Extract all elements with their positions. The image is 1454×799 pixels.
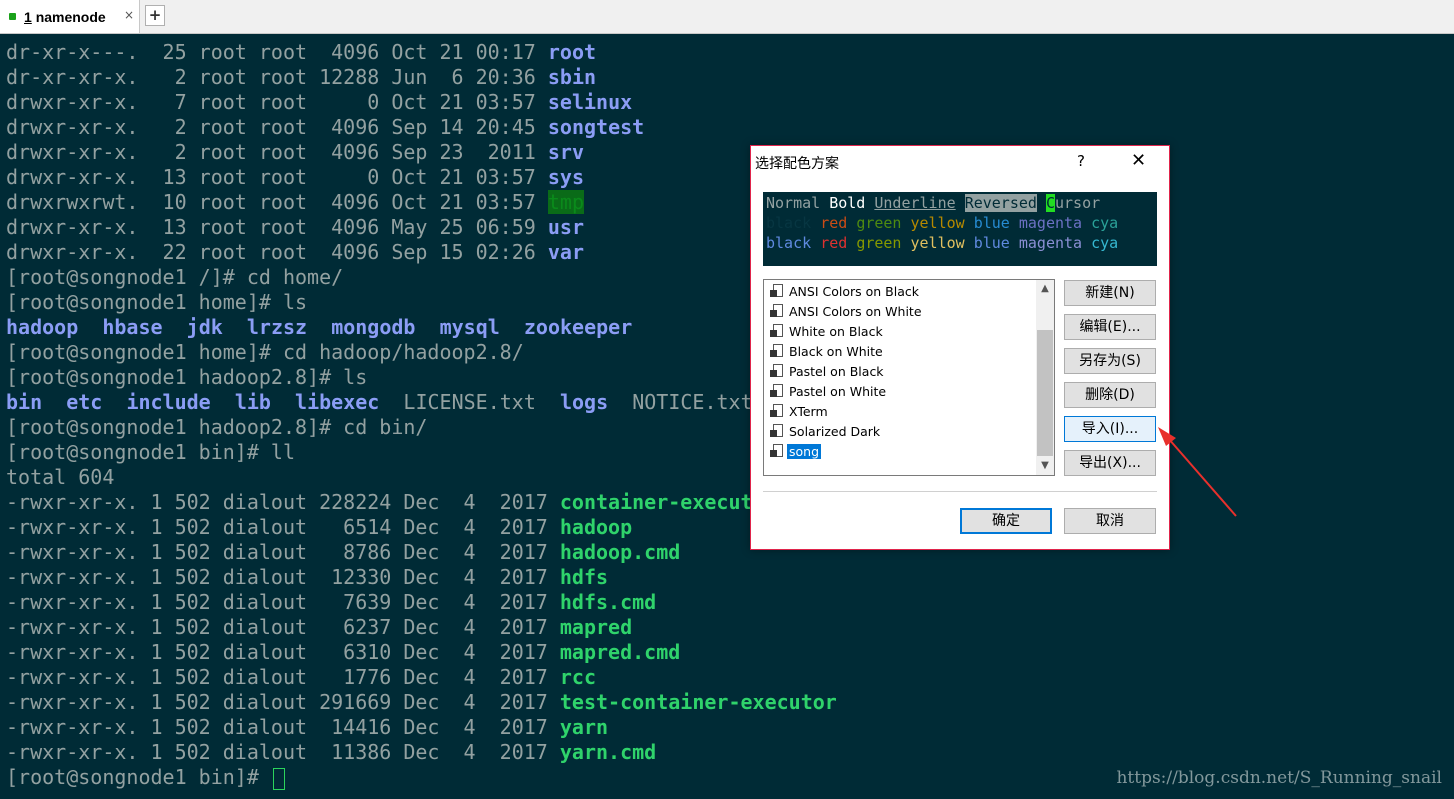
- close-icon[interactable]: ✕: [1131, 150, 1146, 171]
- scheme-preview: Normal Bold Underline Reversed Cursor bl…: [763, 192, 1157, 266]
- scheme-list-item[interactable]: XTerm: [770, 402, 830, 421]
- scroll-up-icon[interactable]: ▲: [1036, 280, 1054, 298]
- scheme-list-item[interactable]: White on Black: [770, 322, 885, 341]
- terminal-line: -rwxr-xr-x. 1 502 dialout 6310 Dec 4 201…: [6, 640, 681, 664]
- color-scheme-icon: [770, 304, 784, 318]
- new-tab-button[interactable]: +: [145, 5, 165, 26]
- scheme-list-item[interactable]: ANSI Colors on Black: [770, 282, 921, 301]
- cancel-button[interactable]: 取消: [1064, 508, 1156, 534]
- help-icon[interactable]: ?: [1077, 152, 1085, 170]
- terminal-line: total 604: [6, 465, 115, 489]
- terminal-line: drwxr-xr-x. 2 root root 4096 Sep 14 20:4…: [6, 115, 645, 139]
- terminal-line: hadoop hbase jdk lrzsz mongodb mysql zoo…: [6, 315, 633, 339]
- ok-button[interactable]: 确定: [960, 508, 1052, 534]
- color-scheme-icon: [770, 404, 784, 418]
- tab-bar: 1 namenode × +: [0, 0, 1454, 34]
- color-scheme-icon: [770, 444, 784, 458]
- edit-button[interactable]: 编辑(E)...: [1064, 314, 1156, 340]
- terminal-line: [root@songnode1 home]# cd hadoop/hadoop2…: [6, 340, 524, 364]
- terminal-line: -rwxr-xr-x. 1 502 dialout 8786 Dec 4 201…: [6, 540, 681, 564]
- preview-line-bright-colors: black red green yellow blue magenta cya: [766, 234, 1119, 252]
- scheme-list-item[interactable]: Black on White: [770, 342, 885, 361]
- color-scheme-icon: [770, 344, 784, 358]
- terminal-line: [root@songnode1 bin]#: [6, 765, 285, 790]
- scheme-list-item[interactable]: song: [770, 442, 822, 461]
- terminal-line: [root@songnode1 hadoop2.8]# cd bin/: [6, 415, 428, 439]
- terminal-line: drwxr-xr-x. 7 root root 0 Oct 21 03:57 s…: [6, 90, 633, 114]
- terminal-line: drwxr-xr-x. 22 root root 4096 Sep 15 02:…: [6, 240, 584, 264]
- terminal-line: -rwxr-xr-x. 1 502 dialout 6514 Dec 4 201…: [6, 515, 633, 539]
- color-scheme-dialog: 选择配色方案 ? ✕ Normal Bold Underline Reverse…: [750, 145, 1170, 550]
- dialog-divider: [763, 491, 1157, 492]
- scrollbar-thumb[interactable]: [1037, 330, 1053, 456]
- export-button[interactable]: 导出(X)...: [1064, 450, 1156, 476]
- terminal-line: drwxr-xr-x. 13 root root 0 Oct 21 03:57 …: [6, 165, 584, 189]
- tab-close-icon[interactable]: ×: [124, 8, 134, 22]
- preview-line-normal-colors: black red green yellow blue magenta cya: [766, 214, 1119, 232]
- color-scheme-icon: [770, 424, 784, 438]
- terminal-line: dr-xr-x---. 25 root root 4096 Oct 21 00:…: [6, 40, 597, 64]
- import-button[interactable]: 导入(I)...: [1064, 416, 1156, 442]
- terminal-line: dr-xr-xr-x. 2 root root 12288 Jun 6 20:3…: [6, 65, 597, 89]
- terminal-cursor: [272, 767, 285, 790]
- watermark: https://blog.csdn.net/S_Running_snail: [1116, 768, 1442, 788]
- terminal-line: -rwxr-xr-x. 1 502 dialout 6237 Dec 4 201…: [6, 615, 633, 639]
- terminal-line: -rwxr-xr-x. 1 502 dialout 291669 Dec 4 2…: [6, 690, 837, 714]
- dialog-title: 选择配色方案: [755, 156, 839, 172]
- save-as-button[interactable]: 另存为(S): [1064, 348, 1156, 374]
- terminal-line: -rwxr-xr-x. 1 502 dialout 11386 Dec 4 20…: [6, 740, 657, 764]
- new-button[interactable]: 新建(N): [1064, 280, 1156, 306]
- tab-namenode[interactable]: 1 namenode ×: [0, 0, 140, 33]
- scroll-down-icon[interactable]: ▼: [1036, 457, 1054, 475]
- terminal-output[interactable]: dr-xr-x---. 25 root root 4096 Oct 21 00:…: [0, 40, 1454, 799]
- color-scheme-icon: [770, 284, 784, 298]
- connection-status-icon: [9, 13, 16, 20]
- terminal-line: -rwxr-xr-x. 1 502 dialout 12330 Dec 4 20…: [6, 565, 609, 589]
- color-scheme-icon: [770, 384, 784, 398]
- terminal-line: [root@songnode1 /]# cd home/: [6, 265, 344, 289]
- terminal-line: [root@songnode1 bin]# ll: [6, 440, 295, 464]
- terminal-line: -rwxr-xr-x. 1 502 dialout 228224 Dec 4 2…: [6, 490, 777, 514]
- terminal-line: -rwxr-xr-x. 1 502 dialout 7639 Dec 4 201…: [6, 590, 657, 614]
- terminal-line: drwxr-xr-x. 2 root root 4096 Sep 23 2011…: [6, 140, 584, 164]
- delete-button[interactable]: 删除(D): [1064, 382, 1156, 408]
- color-scheme-icon: [770, 364, 784, 378]
- terminal-line: drwxrwxrwt. 10 root root 4096 Oct 21 03:…: [6, 190, 584, 214]
- scheme-list-item[interactable]: Pastel on Black: [770, 362, 886, 381]
- color-scheme-icon: [770, 324, 784, 338]
- scheme-list-item[interactable]: ANSI Colors on White: [770, 302, 924, 321]
- preview-line-styles: Normal Bold Underline Reversed Cursor: [766, 194, 1101, 212]
- terminal-line: [root@songnode1 home]# ls: [6, 290, 308, 314]
- terminal-line: -rwxr-xr-x. 1 502 dialout 14416 Dec 4 20…: [6, 715, 609, 739]
- terminal-line: bin etc include lib libexec LICENSE.txt …: [6, 390, 753, 414]
- scheme-list[interactable]: ANSI Colors on Black ANSI Colors on White…: [763, 279, 1055, 476]
- terminal-line: [root@songnode1 hadoop2.8]# ls: [6, 365, 368, 389]
- scheme-list-item[interactable]: Solarized Dark: [770, 422, 882, 441]
- terminal-line: drwxr-xr-x. 13 root root 4096 May 25 06:…: [6, 215, 584, 239]
- scheme-list-item[interactable]: Pastel on White: [770, 382, 888, 401]
- terminal-line: -rwxr-xr-x. 1 502 dialout 1776 Dec 4 201…: [6, 665, 597, 689]
- tab-label: 1 namenode: [24, 9, 106, 25]
- scheme-list-scrollbar[interactable]: ▲ ▼: [1036, 280, 1054, 475]
